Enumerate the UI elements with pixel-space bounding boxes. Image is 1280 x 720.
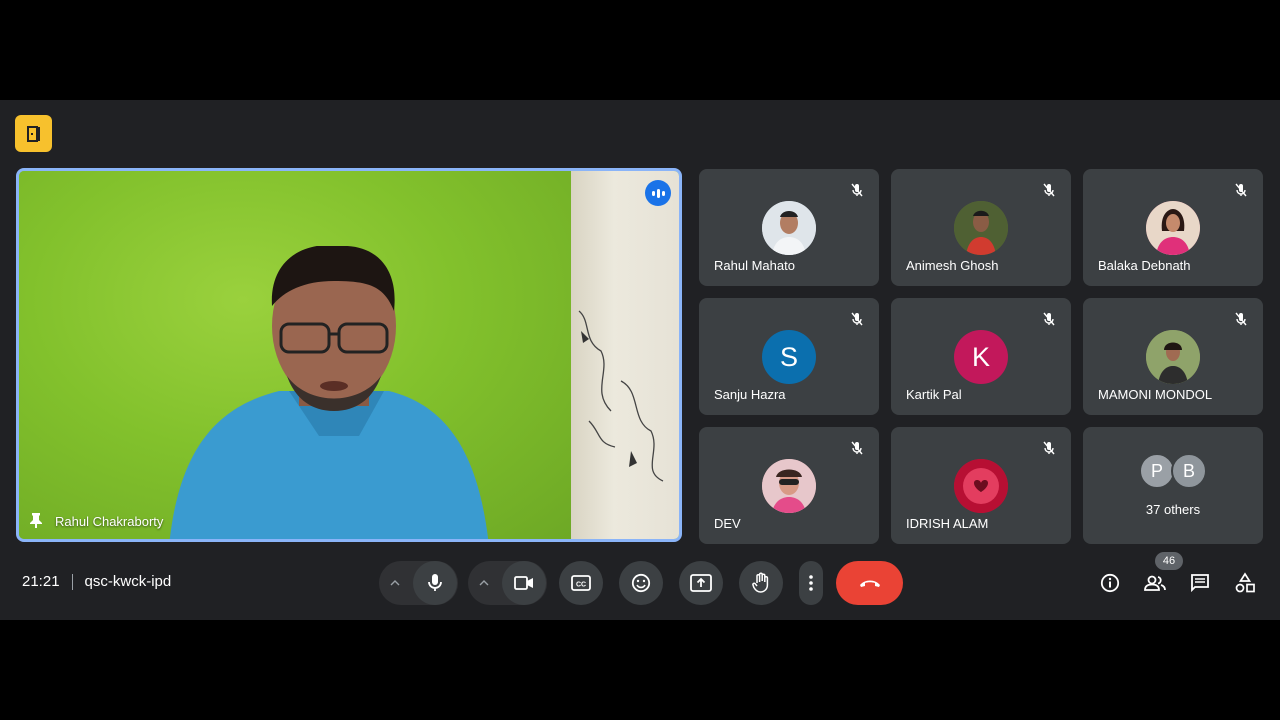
participant-tile[interactable]: MAMONI MONDOL (1083, 298, 1263, 415)
presenter-name-row: Rahul Chakraborty (29, 512, 163, 531)
participant-tile[interactable]: Animesh Ghosh (891, 169, 1071, 286)
participant-tile[interactable]: IDRISH ALAM (891, 427, 1071, 544)
meeting-info: 21:21 qsc-kwck-ipd (22, 573, 171, 590)
end-call-button[interactable] (836, 561, 903, 605)
captions-button[interactable]: CC (559, 561, 603, 605)
divider (71, 573, 73, 590)
participant-avatar (762, 201, 816, 255)
more-vert-icon (809, 575, 813, 591)
chat-icon (1191, 574, 1209, 593)
meet-window: Rahul Chakraborty Rahul Mahato Animesh G… (0, 100, 1280, 620)
participant-name: Kartik Pal (906, 387, 962, 402)
participant-tile[interactable]: DEV (699, 427, 879, 544)
wall-background (571, 171, 679, 539)
microphone-button[interactable] (413, 561, 457, 605)
closed-caption-icon: CC (571, 575, 591, 591)
participant-name: IDRISH ALAM (906, 516, 989, 531)
participant-tile[interactable]: S Sanju Hazra (699, 298, 879, 415)
activities-icon (1235, 572, 1255, 593)
raise-hand-button[interactable] (739, 561, 783, 605)
meeting-details-button[interactable] (1097, 570, 1123, 596)
videocam-icon (514, 576, 533, 590)
mic-off-icon (1234, 183, 1248, 202)
participant-name: Animesh Ghosh (906, 258, 999, 273)
camera-button[interactable] (502, 561, 546, 605)
participant-name: Sanju Hazra (714, 387, 786, 402)
participant-tile[interactable]: Rahul Mahato (699, 169, 879, 286)
pin-icon[interactable] (29, 512, 43, 531)
presenter-name: Rahul Chakraborty (55, 514, 164, 529)
participant-tile[interactable]: Balaka Debnath (1083, 169, 1263, 286)
speaking-indicator-icon (645, 180, 671, 206)
presenter-video-tile[interactable]: Rahul Chakraborty (16, 168, 682, 542)
participant-name: DEV (714, 516, 741, 531)
participant-name: Rahul Mahato (714, 258, 795, 273)
others-avatars: P B (1139, 453, 1207, 489)
others-tile[interactable]: P B 37 others (1083, 427, 1263, 544)
participant-avatar (1146, 330, 1200, 384)
hand-icon (752, 572, 769, 593)
people-button[interactable] (1142, 570, 1168, 596)
mic-off-icon (1234, 312, 1248, 331)
reactions-button[interactable] (619, 561, 663, 605)
people-count-badge: 46 (1155, 552, 1183, 570)
participant-avatar (954, 201, 1008, 255)
call-end-icon (859, 580, 880, 587)
info-icon (1100, 573, 1120, 593)
more-options-button[interactable] (799, 561, 823, 605)
mic-off-icon (1042, 183, 1056, 202)
meeting-time: 21:21 (22, 573, 60, 590)
svg-text:CC: CC (576, 582, 586, 589)
participant-avatar (1146, 201, 1200, 255)
present-screen-button[interactable] (679, 561, 723, 605)
participant-avatar (762, 459, 816, 513)
chat-button[interactable] (1187, 570, 1213, 596)
activities-button[interactable] (1232, 570, 1258, 596)
others-label: 37 others (1145, 502, 1201, 517)
mic-off-icon (1042, 441, 1056, 460)
door-exit-icon[interactable] (15, 115, 52, 152)
others-avatar: P (1139, 453, 1175, 489)
participant-avatar: K (954, 330, 1008, 384)
mic-off-icon (850, 441, 864, 460)
participant-tile[interactable]: K Kartik Pal (891, 298, 1071, 415)
mic-off-icon (1042, 312, 1056, 331)
others-avatar: B (1171, 453, 1207, 489)
mic-off-icon (850, 312, 864, 331)
meeting-code: qsc-kwck-ipd (84, 573, 172, 590)
mic-control-group (379, 561, 458, 605)
participant-name: MAMONI MONDOL (1098, 387, 1213, 402)
mic-off-icon (850, 183, 864, 202)
chevron-up-icon[interactable] (468, 561, 500, 605)
chevron-up-icon[interactable] (379, 561, 411, 605)
microphone-icon (428, 574, 442, 591)
participant-avatar: S (762, 330, 816, 384)
participant-name: Balaka Debnath (1098, 258, 1191, 273)
camera-control-group (468, 561, 547, 605)
participant-avatar (954, 459, 1008, 513)
people-icon (1144, 575, 1166, 591)
emoji-icon (631, 573, 651, 593)
present-to-all-icon (690, 574, 712, 592)
presenter-figure (169, 246, 489, 539)
